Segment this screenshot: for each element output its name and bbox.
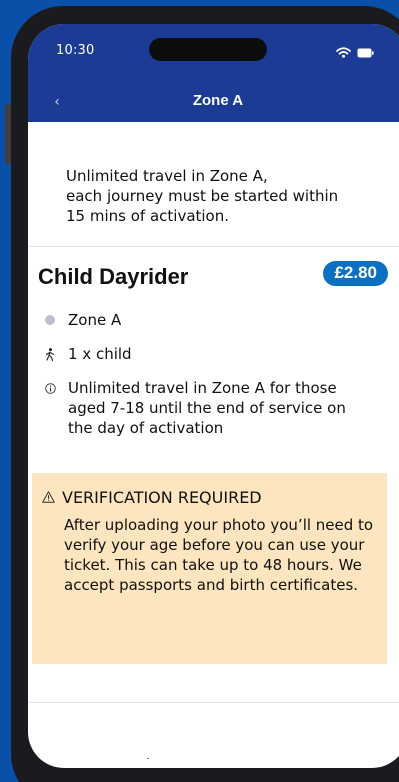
person-walking-icon xyxy=(42,344,58,364)
price-badge: £2.80 xyxy=(323,261,388,286)
verification-notice: VERIFICATION REQUIRED After uploading yo… xyxy=(32,473,387,664)
detail-zone: Zone A xyxy=(42,310,368,330)
warning-icon xyxy=(40,487,56,507)
ticket-name: Child Dayrider xyxy=(38,264,189,289)
phone-screen: 10:30 ‹ Zone A Unlimited travel in Zone … xyxy=(28,24,399,768)
status-bar: 10:30 xyxy=(28,24,399,82)
verification-title-text: VERIFICATION REQUIRED xyxy=(62,487,262,507)
ticket-description: Unlimited travel in Zone A, each journey… xyxy=(66,167,339,225)
dynamic-island xyxy=(149,38,267,61)
stage: 10:30 ‹ Zone A Unlimited travel in Zone … xyxy=(0,0,399,782)
nav-bar: ‹ Zone A xyxy=(28,82,399,122)
page-title: Zone A xyxy=(192,92,244,109)
status-icons xyxy=(336,43,374,62)
home-indicator xyxy=(147,758,149,759)
info-icon xyxy=(42,378,58,398)
battery-icon xyxy=(357,43,374,62)
bottom-divider xyxy=(28,702,399,703)
detail-passenger-text: 1 x child xyxy=(68,345,132,363)
ticket-details: Unlimited travel in Zone A, each journey… xyxy=(28,122,399,768)
zone-dot-icon xyxy=(42,310,58,330)
verification-title: VERIFICATION REQUIRED xyxy=(40,487,262,507)
status-time: 10:30 xyxy=(56,43,95,58)
detail-info-text: Unlimited travel in Zone A for those age… xyxy=(68,379,346,437)
detail-info: Unlimited travel in Zone A for those age… xyxy=(42,378,368,438)
detail-passenger: 1 x child xyxy=(42,344,368,364)
section-divider xyxy=(28,246,399,247)
verification-body: After uploading your photo you’ll need t… xyxy=(64,516,374,594)
wifi-icon xyxy=(336,43,351,62)
detail-zone-text: Zone A xyxy=(68,311,122,329)
